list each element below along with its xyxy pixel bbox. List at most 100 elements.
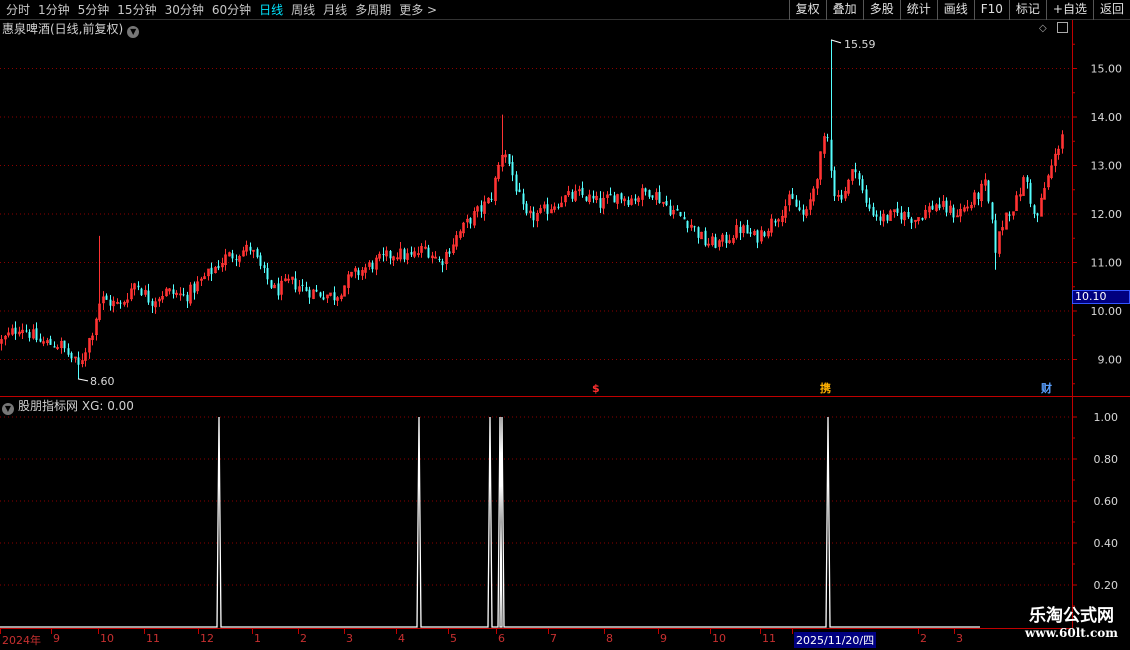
candle-body-down	[14, 327, 17, 334]
candle-body-down	[886, 215, 889, 221]
period-tab-0[interactable]: 分时	[2, 2, 34, 18]
date-label: 11	[762, 632, 776, 645]
date-tick	[496, 629, 497, 634]
candle-body-down	[872, 206, 875, 216]
date-tick	[792, 629, 793, 634]
y-axis-label: 9.00	[1098, 354, 1123, 367]
date-tick	[548, 629, 549, 634]
y-axis-label: 13.00	[1091, 160, 1123, 173]
candle-body-down	[63, 340, 66, 349]
candle-body-down	[382, 254, 385, 256]
event-marker-dollar[interactable]: $	[592, 383, 600, 395]
candle-body-down	[490, 198, 493, 200]
candle-body-down	[679, 212, 682, 216]
period-tab-1[interactable]: 1分钟	[34, 2, 74, 18]
indicator-y-label: 0.20	[1094, 579, 1119, 592]
candle-body-down	[763, 232, 766, 237]
candle-body-down	[49, 338, 52, 345]
candle-body-down	[613, 195, 616, 203]
toolbar-button-1[interactable]: 叠加	[825, 0, 863, 20]
candle-body-down	[907, 211, 910, 218]
candle-body-down	[266, 268, 269, 280]
period-tab-9[interactable]: 多周期	[351, 2, 395, 18]
candle-body-down	[308, 289, 311, 298]
period-tab-7[interactable]: 周线	[287, 2, 319, 18]
candle-body-down	[25, 330, 28, 332]
y-axis-label: 12.00	[1091, 208, 1123, 221]
candle-body-down	[875, 214, 878, 217]
date-tick	[344, 629, 345, 634]
toolbar-button-0[interactable]: 复权	[788, 0, 826, 20]
candle-body-down	[522, 193, 525, 205]
candle-body-down	[480, 205, 483, 212]
candle-body-down	[231, 253, 234, 259]
candle-body-down	[865, 189, 868, 203]
candle-body-down	[305, 287, 308, 292]
date-label: 7	[550, 632, 557, 645]
candle-body-down	[693, 226, 696, 228]
period-tab-6[interactable]: 日线	[255, 2, 287, 18]
date-label: 6	[498, 632, 505, 645]
candle-body-down	[1036, 213, 1039, 216]
date-label: 3	[956, 632, 963, 645]
candle-body-down	[151, 301, 154, 306]
y-axis-label: 10.00	[1091, 305, 1123, 318]
candle-body-down	[571, 192, 574, 199]
toolbar-button-7[interactable]: +自选	[1045, 0, 1093, 20]
candle-body-down	[410, 252, 413, 255]
toolbar-button-6[interactable]: 标记	[1008, 0, 1046, 20]
candle-body-down	[438, 259, 441, 261]
date-label: 4	[398, 632, 405, 645]
candle-body-down	[119, 302, 122, 304]
watermark-url: www.60lt.com	[1025, 626, 1118, 640]
indicator-y-label: 0.60	[1094, 495, 1119, 508]
candle-body-down	[217, 265, 220, 269]
toolbar-button-5[interactable]: F10	[973, 0, 1009, 20]
date-tick	[918, 629, 919, 634]
event-marker-cai[interactable]: 财	[1041, 383, 1052, 395]
date-label: 2	[300, 632, 307, 645]
date-label: 5	[450, 632, 457, 645]
candle-body-down	[109, 299, 112, 306]
period-tab-4[interactable]: 30分钟	[161, 2, 208, 18]
candle-body-down	[833, 170, 836, 197]
candle-body-down	[774, 220, 777, 223]
toolbar-button-3[interactable]: 统计	[899, 0, 937, 20]
toolbar-button-8[interactable]: 返回	[1092, 0, 1130, 20]
candle-body-down	[322, 297, 325, 300]
candle-body-down	[532, 211, 535, 221]
candle-body-down	[910, 218, 913, 223]
period-tab-10[interactable]: 更多 >	[395, 2, 441, 18]
period-tab-3[interactable]: 15分钟	[113, 2, 160, 18]
period-tab-8[interactable]: 月线	[319, 2, 351, 18]
candle-body-down	[802, 209, 805, 215]
date-tick	[954, 629, 955, 634]
candle-body-down	[301, 284, 304, 286]
candle-body-down	[105, 295, 108, 300]
candle-body-down	[599, 198, 602, 208]
candle-body-down	[861, 179, 864, 191]
candle-body-down	[676, 208, 679, 211]
date-tick	[658, 629, 659, 634]
candle-body-down	[697, 227, 700, 238]
toolbar-button-2[interactable]: 多股	[862, 0, 900, 20]
candle-body-down	[172, 289, 175, 294]
period-tab-2[interactable]: 5分钟	[74, 2, 114, 18]
date-label: 8	[606, 632, 613, 645]
candle-body-down	[826, 137, 829, 139]
period-tab-5[interactable]: 60分钟	[208, 2, 255, 18]
main-price-chart[interactable]: 15.00 14.00 13.00 12.00 11.00 10.00 9.00 15.59 8…	[0, 20, 1130, 397]
candle-body-down	[557, 206, 560, 208]
candle-body-down	[1033, 205, 1036, 214]
event-marker-xie[interactable]: 携	[820, 383, 831, 395]
candle-body-down	[235, 259, 238, 261]
date-label: 11	[146, 632, 160, 645]
candle-body-down	[193, 283, 196, 293]
toolbar-button-4[interactable]: 画线	[936, 0, 974, 20]
candle-body-down	[511, 161, 514, 176]
indicator-chart[interactable]: 1.00 0.80 0.60 0.40 0.20	[0, 397, 1130, 628]
xg-signal-line	[0, 416, 980, 628]
candle-body-down	[683, 217, 686, 220]
date-label: 3	[346, 632, 353, 645]
candle-body-down	[525, 203, 528, 214]
